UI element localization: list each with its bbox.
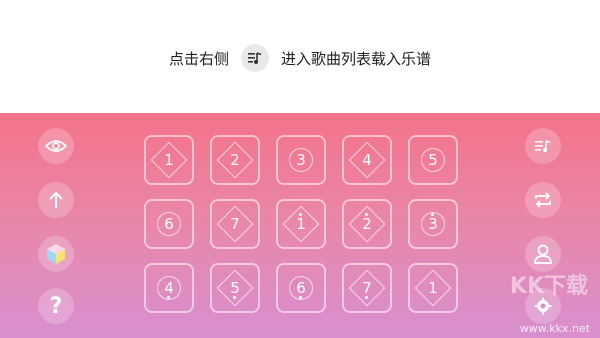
pad-number: 6 — [164, 215, 174, 233]
note-pad[interactable]: 3 — [408, 199, 458, 249]
scroll-up-button[interactable] — [38, 182, 74, 218]
pad-number: 3 — [428, 215, 438, 233]
arrow-up-icon — [49, 191, 63, 208]
pad-number: 5 — [428, 151, 438, 169]
note-pad[interactable]: 7 — [342, 263, 392, 313]
octave-high-dot — [299, 213, 302, 216]
hint-bar: 点击右侧 进入歌曲列表载入乐谱 — [0, 44, 600, 72]
help-button[interactable]: ? — [38, 288, 74, 324]
watermark-logo: KK下载 — [509, 274, 588, 299]
note-pad[interactable]: 1 — [408, 263, 458, 313]
octave-low-dot — [365, 296, 368, 299]
pad-number: 6 — [296, 279, 306, 297]
playlist-icon — [248, 52, 262, 64]
pad-number: 1 — [296, 215, 306, 233]
note-pad[interactable]: 1 — [276, 199, 326, 249]
repeat-icon — [535, 192, 551, 208]
watermark-url: www.kkx.net — [519, 322, 590, 335]
octave-low-dot — [167, 296, 170, 299]
eye-button[interactable] — [38, 128, 74, 164]
eye-icon — [45, 140, 67, 152]
note-pad[interactable]: 4 — [144, 263, 194, 313]
hint-right-text: 进入歌曲列表载入乐谱 — [281, 49, 432, 68]
octave-low-dot — [233, 296, 236, 299]
note-pad[interactable]: 1 — [144, 135, 194, 185]
pad-number: 5 — [230, 279, 240, 297]
note-pad[interactable]: 4 — [342, 135, 392, 185]
octave-high-dot — [431, 213, 434, 216]
pad-number: 7 — [230, 215, 240, 233]
cube-button[interactable] — [38, 236, 74, 272]
pad-number: 2 — [362, 215, 372, 233]
hint-playlist-button[interactable] — [241, 44, 269, 72]
repeat-button[interactable] — [525, 182, 561, 218]
user-icon — [534, 244, 552, 264]
help-icon: ? — [49, 293, 63, 319]
pad-number: 4 — [164, 279, 174, 297]
note-pad[interactable]: 3 — [276, 135, 326, 185]
note-pad[interactable]: 6 — [276, 263, 326, 313]
pad-number: 7 — [362, 279, 372, 297]
note-pad[interactable]: 2 — [342, 199, 392, 249]
playlist-button[interactable] — [525, 128, 561, 164]
note-pad[interactable]: 6 — [144, 199, 194, 249]
playlist-icon — [535, 140, 551, 152]
octave-low-dot — [299, 296, 302, 299]
octave-high-dot — [365, 213, 368, 216]
pad-number: 3 — [296, 151, 306, 169]
cube-icon — [47, 244, 65, 264]
pad-number: 2 — [230, 151, 240, 169]
user-button[interactable] — [525, 236, 561, 272]
pad-number: 1 — [164, 151, 174, 169]
pad-number: 1 — [428, 279, 438, 297]
note-pad[interactable]: 7 — [210, 199, 260, 249]
note-pad[interactable]: 2 — [210, 135, 260, 185]
hint-left-text: 点击右侧 — [168, 49, 229, 68]
pad-number: 4 — [362, 151, 372, 169]
note-pad[interactable]: 5 — [408, 135, 458, 185]
note-pad[interactable]: 5 — [210, 263, 260, 313]
